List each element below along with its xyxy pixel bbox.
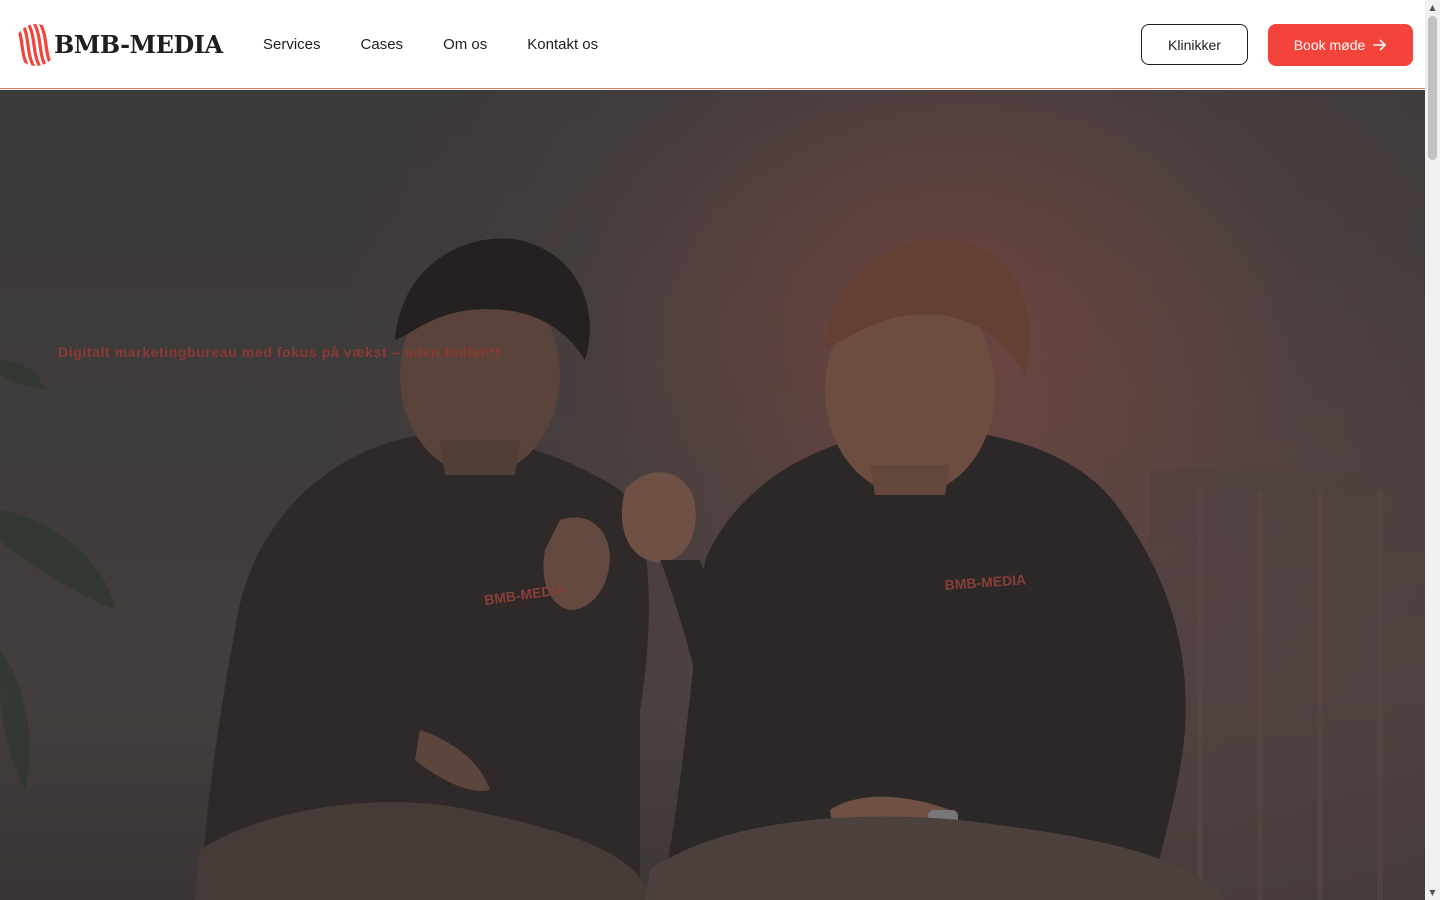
scroll-up-icon[interactable]: ▲ (1425, 0, 1440, 15)
nav-item-cases[interactable]: Cases (341, 28, 424, 61)
two-men-fist-bump-photo: BMB-MEDIA BMB-MEDIA (0, 90, 1425, 900)
main-nav: Services Cases Om os Kontakt os (243, 0, 618, 89)
klinikker-button-label: Klinikker (1168, 36, 1221, 53)
scroll-thumb[interactable] (1428, 16, 1437, 160)
nav-item-om-os[interactable]: Om os (423, 28, 507, 61)
nav-item-kontakt-os[interactable]: Kontakt os (507, 28, 618, 61)
book-meeting-button[interactable]: Book møde (1268, 24, 1413, 66)
nav-item-services[interactable]: Services (243, 28, 341, 61)
logo[interactable]: BMB-MEDIA (14, 23, 223, 67)
klinikker-button[interactable]: Klinikker (1141, 24, 1248, 65)
page: BMB-MEDIA Services Cases Om os Kontakt o… (0, 0, 1425, 900)
logo-text: BMB-MEDIA (54, 30, 223, 59)
hero-tagline: Digitalt marketingbureau med fokus på væ… (58, 344, 502, 360)
arrow-right-icon (1373, 39, 1387, 51)
photo-overlay (0, 90, 1425, 900)
page-scrollbar[interactable]: ▲ ▼ (1425, 0, 1440, 900)
site-header: BMB-MEDIA Services Cases Om os Kontakt o… (0, 0, 1425, 89)
scroll-down-icon[interactable]: ▼ (1425, 885, 1440, 900)
stripes-circle-icon (15, 24, 54, 66)
book-meeting-button-label: Book møde (1293, 37, 1366, 53)
hero-section: BMB-MEDIA BMB-MEDIA Digitalt marketingbu… (0, 90, 1425, 900)
